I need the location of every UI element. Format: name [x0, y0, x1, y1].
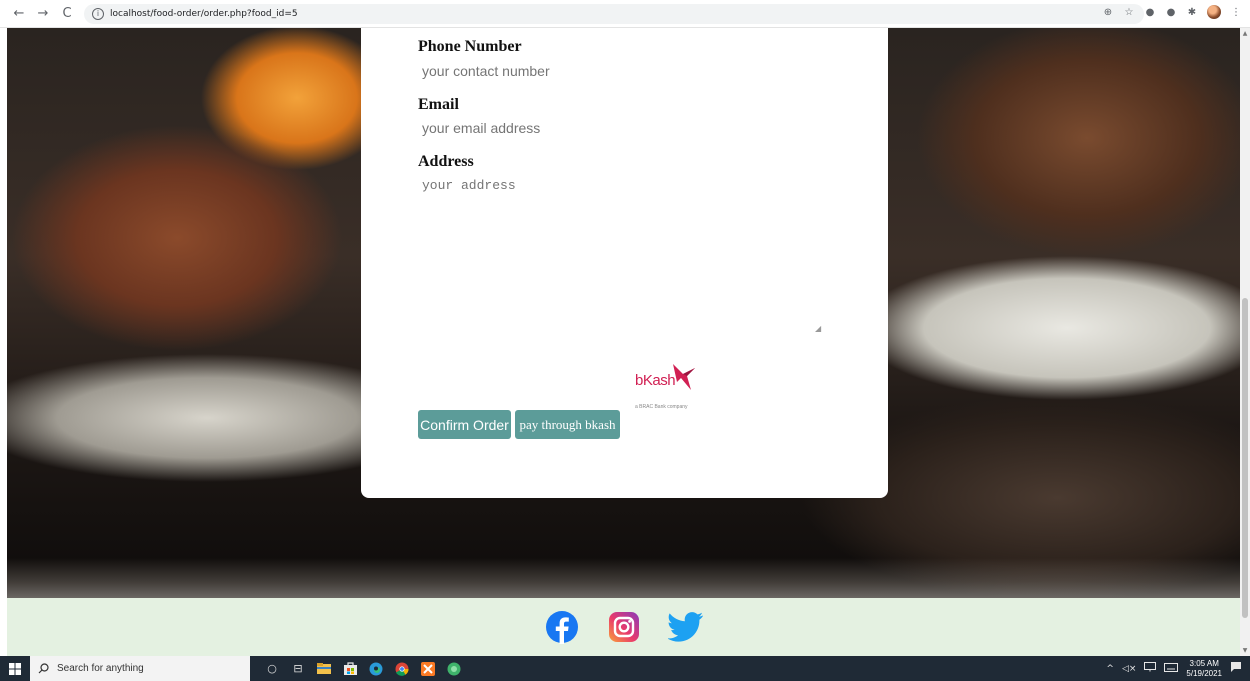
- browser-toolbar: ← → C i localhost/food-order/order.php?f…: [0, 0, 1250, 28]
- xampp-icon[interactable]: [420, 661, 436, 677]
- twitter-icon: [667, 612, 703, 642]
- system-tray: ^ ◁× 3:05 AM 5/19/2021: [1106, 656, 1242, 681]
- twitter-link[interactable]: [667, 609, 704, 645]
- order-form: Phone Number Email Address ◢ bKash a BRA…: [361, 28, 888, 498]
- email-label: Email: [418, 96, 459, 113]
- chrome-icon[interactable]: [394, 661, 410, 677]
- facebook-icon: [545, 611, 578, 644]
- facebook-link[interactable]: [544, 609, 580, 645]
- clock-time: 3:05 AM: [1189, 658, 1219, 668]
- windows-taskbar: Search for anything ○ ⊟ ^ ◁× 3:05 AM 5/1…: [0, 656, 1250, 681]
- address-bar[interactable]: i localhost/food-order/order.php?food_id…: [84, 3, 1144, 24]
- cortana-icon[interactable]: ○: [264, 661, 280, 677]
- phone-input[interactable]: [418, 60, 828, 82]
- confirm-order-button[interactable]: Confirm Order: [418, 410, 511, 439]
- zoom-icon[interactable]: ⊕: [1102, 7, 1114, 18]
- notification-center-icon[interactable]: [1230, 661, 1242, 676]
- windows-logo-icon: [9, 662, 21, 675]
- textarea-resize-handle[interactable]: ◢: [815, 324, 823, 333]
- instagram-icon: [608, 612, 639, 642]
- site-info-icon[interactable]: i: [92, 7, 104, 20]
- instagram-link[interactable]: [606, 609, 642, 645]
- footer-social-bar: [7, 598, 1240, 656]
- edge-icon[interactable]: [368, 661, 384, 677]
- taskbar-search-box[interactable]: Search for anything: [30, 656, 250, 681]
- bkash-wordmark: bKash: [635, 372, 676, 389]
- file-explorer-icon[interactable]: [316, 661, 332, 677]
- phone-label: Phone Number: [418, 38, 522, 55]
- store-icon[interactable]: [342, 661, 358, 677]
- keyboard-icon[interactable]: [1164, 662, 1179, 675]
- taskbar-search-placeholder: Search for anything: [57, 663, 144, 674]
- task-view-icon[interactable]: ⊟: [290, 661, 306, 677]
- clock-date: 5/19/2021: [1186, 668, 1222, 678]
- browser-extensions: ⊕ ☆ ● ● ✱ ⋮: [1102, 5, 1242, 19]
- email-input[interactable]: [418, 117, 828, 139]
- forward-arrow-icon[interactable]: →: [34, 5, 52, 23]
- address-textarea[interactable]: [418, 176, 828, 334]
- address-label: Address: [418, 153, 474, 170]
- scroll-down-arrow-icon[interactable]: ▼: [1242, 647, 1248, 654]
- scrollbar-thumb[interactable]: [1242, 298, 1248, 618]
- taskbar-pinned-apps: ○ ⊟: [264, 661, 462, 677]
- extension-shield-icon[interactable]: ●: [1144, 7, 1156, 18]
- reload-icon[interactable]: C: [58, 5, 76, 23]
- bkash-tagline: a BRAC Bank company: [635, 404, 688, 410]
- extension-mic-icon[interactable]: ●: [1165, 7, 1177, 18]
- network-icon[interactable]: [1144, 662, 1157, 675]
- bookmark-star-icon[interactable]: ☆: [1123, 7, 1135, 18]
- volume-icon[interactable]: ◁×: [1122, 664, 1136, 674]
- start-button[interactable]: [0, 656, 30, 681]
- taskbar-clock[interactable]: 3:05 AM 5/19/2021: [1186, 659, 1222, 679]
- scroll-up-arrow-icon[interactable]: ▲: [1242, 30, 1248, 37]
- extensions-puzzle-icon[interactable]: ✱: [1186, 7, 1198, 18]
- address-bar-url[interactable]: localhost/food-order/order.php?food_id=5: [110, 9, 298, 19]
- search-icon: [38, 663, 49, 674]
- back-arrow-icon[interactable]: ←: [10, 5, 28, 23]
- bkash-logo: bKash a BRAC Bank company: [633, 358, 703, 413]
- page-scrollbar[interactable]: ▲ ▼: [1240, 28, 1250, 656]
- pay-through-bkash-button[interactable]: pay through bkash: [515, 410, 620, 439]
- page-viewport: Phone Number Email Address ◢ bKash a BRA…: [7, 28, 1240, 656]
- profile-avatar[interactable]: [1207, 5, 1221, 19]
- tray-overflow-icon[interactable]: ^: [1106, 664, 1114, 674]
- app-globe-icon[interactable]: [446, 661, 462, 677]
- browser-menu-icon[interactable]: ⋮: [1230, 7, 1242, 18]
- background-shadow: [7, 558, 1240, 598]
